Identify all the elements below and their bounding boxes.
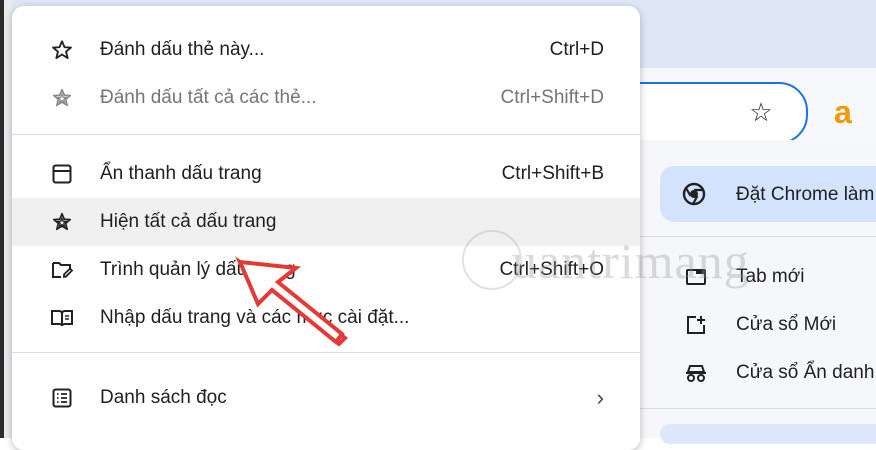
divider	[12, 134, 640, 135]
incognito-icon	[684, 361, 708, 385]
new-window-item[interactable]: Cửa sổ Mới	[684, 310, 836, 340]
bookmark-all-tabs-label: Đánh dấu tất cả các thẻ...	[100, 87, 317, 108]
shortcut-label: Ctrl+D	[549, 39, 604, 60]
reading-list-item[interactable]: Danh sách đọc ›	[12, 374, 640, 422]
divider	[640, 408, 876, 409]
import-bookmarks-item[interactable]: Nhập dấu trang và các mục cài đặt...	[12, 294, 640, 342]
incognito-window-label: Cửa sổ Ẩn danh	[736, 362, 875, 383]
bookmark-this-tab-label: Đánh dấu thẻ này...	[100, 39, 265, 60]
book-open-icon	[50, 306, 74, 330]
bookmarks-submenu: Đánh dấu thẻ này... Ctrl+D Đánh dấu tất …	[12, 6, 640, 450]
set-default-browser-button[interactable]: Đặt Chrome làm	[660, 166, 876, 222]
star-stack-icon	[50, 210, 74, 234]
set-default-browser-label: Đặt Chrome làm	[736, 184, 875, 205]
star-multiple-icon	[50, 86, 74, 110]
bookmark-this-tab-item[interactable]: Đánh dấu thẻ này... Ctrl+D	[12, 26, 640, 74]
bookmarks-bar-icon	[50, 162, 74, 186]
list-icon	[50, 386, 74, 410]
import-bookmarks-label: Nhập dấu trang và các mục cài đặt...	[100, 307, 410, 328]
reading-list-label: Danh sách đọc	[100, 387, 227, 408]
bookmark-all-tabs-item[interactable]: Đánh dấu tất cả các thẻ... Ctrl+Shift+D	[12, 74, 640, 122]
hide-bookmarks-bar-item[interactable]: Ẩn thanh dấu trang Ctrl+Shift+B	[12, 150, 640, 198]
new-window-icon	[684, 313, 708, 337]
left-window-edge	[0, 0, 12, 438]
extension-icon[interactable]: a	[834, 94, 852, 131]
bookmark-manager-label: Trình quản lý dấu trang	[100, 259, 296, 280]
chevron-right-icon: ›	[596, 385, 604, 410]
new-window-label: Cửa sổ Mới	[736, 314, 837, 335]
shortcut-label: Ctrl+Shift+B	[501, 163, 604, 184]
folder-edit-icon	[50, 258, 74, 282]
watermark: uantrimang	[512, 233, 750, 289]
shortcut-label: Ctrl+Shift+D	[500, 87, 604, 108]
star-outline-icon	[50, 38, 74, 62]
hide-bookmarks-bar-label: Ẩn thanh dấu trang	[100, 163, 262, 184]
show-all-bookmarks-label: Hiện tất cả dấu trang	[100, 211, 277, 232]
divider	[12, 352, 640, 353]
incognito-window-item[interactable]: Cửa sổ Ẩn danh	[684, 358, 874, 388]
profile-pill[interactable]	[660, 424, 876, 444]
chrome-icon	[682, 182, 706, 206]
bookmark-star-icon[interactable]: ☆	[745, 96, 777, 128]
